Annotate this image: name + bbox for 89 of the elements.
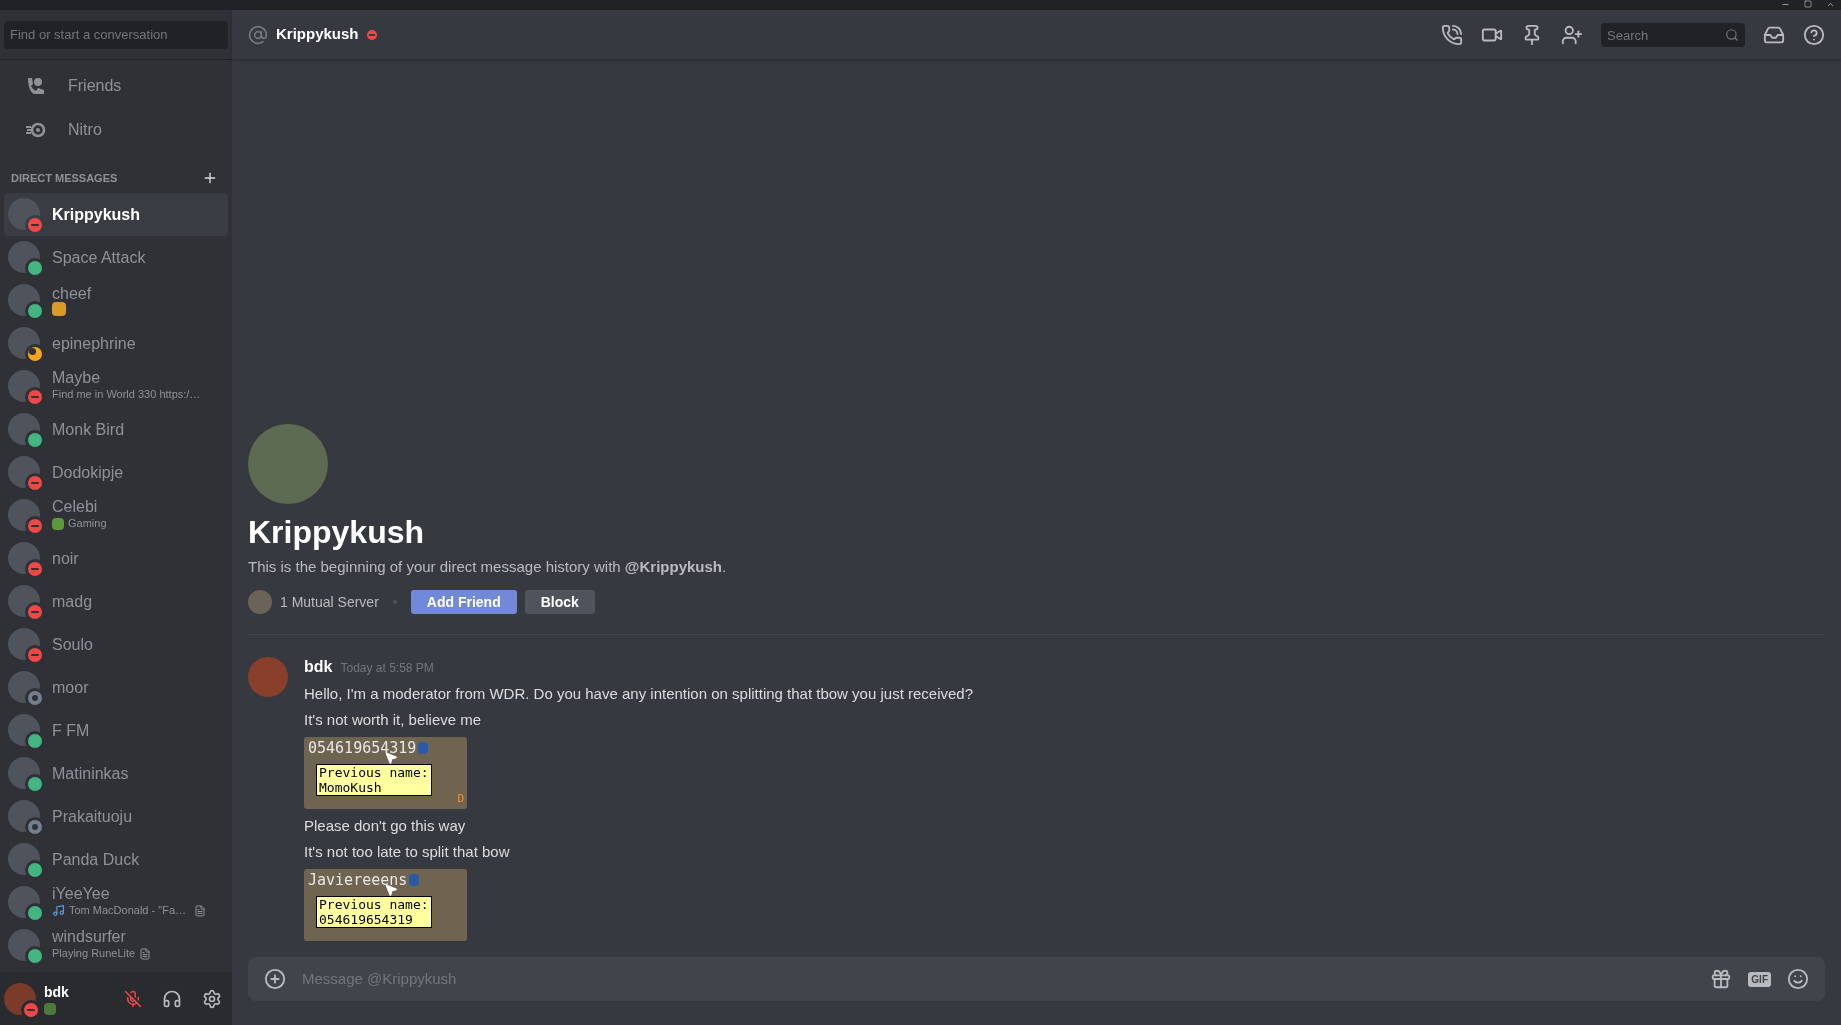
username: bdk: [44, 983, 70, 1002]
music-note-icon: [52, 904, 65, 917]
dm-name: Monk Bird: [52, 420, 125, 438]
dm-item[interactable]: Prakaituoju: [4, 794, 228, 838]
author-name[interactable]: bdk: [304, 655, 333, 679]
search-field[interactable]: Search: [1601, 23, 1745, 47]
dm-item[interactable]: Monk Bird: [4, 407, 228, 451]
player-name: 054619654319: [308, 739, 417, 757]
message-text: It's not worth it, believe me: [304, 710, 483, 730]
dm-item[interactable]: Soulo: [4, 622, 228, 666]
upload-icon[interactable]: [264, 968, 286, 990]
dm-name: windsurfer: [52, 928, 127, 945]
help-icon[interactable]: [1803, 23, 1825, 46]
dm-name: Dodokipje: [52, 463, 124, 481]
game-label: D: [457, 790, 464, 807]
dm-item[interactable]: moor: [4, 665, 228, 709]
search-icon: [1725, 27, 1739, 42]
nav-item[interactable]: Nitro: [4, 108, 228, 152]
nav-item[interactable]: Friends: [4, 64, 228, 108]
tooltip-text: MomoKush: [319, 780, 383, 795]
dm-name: Matininkas: [52, 764, 129, 782]
rich-presence-icon: [139, 947, 152, 960]
voice-call-icon[interactable]: [1441, 23, 1463, 46]
dm-name: Soulo: [52, 635, 93, 653]
custom-status: Find me in World 330 https:/…: [52, 387, 201, 402]
gif-button[interactable]: GIF: [1748, 971, 1771, 987]
dm-item[interactable]: Maybe Find me in World 330 https:/…: [4, 364, 228, 408]
dm-name: noir: [52, 549, 79, 567]
tooltip-text: Previous name:: [319, 897, 429, 912]
dm-item[interactable]: F FM: [4, 708, 228, 752]
custom-status: Gaming: [68, 516, 107, 531]
emoji-icon[interactable]: [1787, 968, 1809, 990]
dm-item[interactable]: Matininkas: [4, 751, 228, 795]
at-sign-icon: [248, 24, 268, 45]
headphones-icon[interactable]: [162, 988, 182, 1009]
section-header: DIRECT MESSAGES: [11, 171, 118, 186]
channel-title: Krippykush: [276, 24, 359, 45]
message-text: Hello, I'm a moderator from WDR. Do you have any intention on splitting that tbow you just received?: [304, 684, 974, 704]
tooltip-text: 054619654319: [319, 912, 414, 927]
cursor-icon: [384, 883, 398, 897]
dm-name: epinephrine: [52, 334, 136, 352]
dm-item[interactable]: madg: [4, 579, 228, 623]
maximize-icon[interactable]: [1804, 0, 1812, 8]
dm-item[interactable]: epinephrine: [4, 321, 228, 365]
dm-item[interactable]: windsurfer Playing RuneLite: [4, 923, 228, 967]
game-screenshot[interactable]: Javiereeens Previous name: 054619654319: [304, 869, 467, 941]
conversation-search-field[interactable]: Find or start a conversation: [4, 20, 228, 49]
emoji-icon: [52, 301, 66, 316]
activity-text: Playing RuneLite: [52, 946, 136, 961]
message-text: It's not too late to split that bow: [304, 842, 511, 862]
emoji-icon: [44, 1003, 56, 1015]
dm-name: F FM: [52, 721, 90, 739]
player-name: Javiereeens: [308, 871, 408, 889]
profile-name: Krippykush: [248, 512, 426, 552]
timestamp: Today at 5:58 PM: [340, 660, 434, 677]
message-text: Please don't go this way: [304, 816, 467, 836]
author-avatar: [248, 657, 288, 697]
action-button[interactable]: Add Friend: [410, 590, 517, 614]
dm-name: Maybe: [52, 369, 102, 386]
gift-icon[interactable]: [1710, 968, 1733, 990]
dm-item[interactable]: Celebi Gaming: [4, 493, 228, 537]
tooltip-text: Previous name:: [319, 765, 429, 780]
dm-item[interactable]: Space Attack: [4, 235, 228, 279]
activity-text: Tom MacDonald - "Fa…: [69, 903, 186, 918]
settings-icon[interactable]: [202, 988, 222, 1009]
cursor-icon: [384, 751, 398, 765]
intro-description: This is the beginning of your direct message history with @Krippykush.: [248, 556, 728, 577]
add-user-icon[interactable]: [1561, 23, 1583, 46]
dm-item[interactable]: Panda Duck: [4, 837, 228, 881]
dm-name: Panda Duck: [52, 850, 140, 868]
dm-name: Celebi: [52, 498, 99, 515]
dm-name: Space Attack: [52, 248, 146, 266]
dm-name: madg: [52, 592, 93, 610]
rich-presence-icon: [194, 904, 206, 917]
dm-item[interactable]: noir: [4, 536, 228, 580]
muted-microphone-icon[interactable]: [124, 989, 142, 1008]
dm-name: Krippykush: [52, 205, 140, 223]
action-button[interactable]: Block: [524, 590, 595, 614]
dm-name: iYeeYee: [52, 885, 111, 902]
dm-item[interactable]: cheef: [4, 278, 228, 322]
dm-item[interactable]: Krippykush: [4, 192, 228, 236]
server-icon: [248, 590, 272, 614]
dm-item[interactable]: iYeeYee Tom MacDonald - "Fa…: [4, 880, 228, 924]
game-screenshot[interactable]: 054619654319 Previous name: MomoKush D: [304, 737, 467, 809]
mutual-servers-link[interactable]: 1 Mutual Server: [280, 591, 379, 613]
dm-name: moor: [52, 678, 89, 696]
dm-name: cheef: [52, 284, 92, 302]
dm-name: Prakaituoju: [52, 807, 133, 825]
dm-item[interactable]: Dodokipje: [4, 450, 228, 494]
